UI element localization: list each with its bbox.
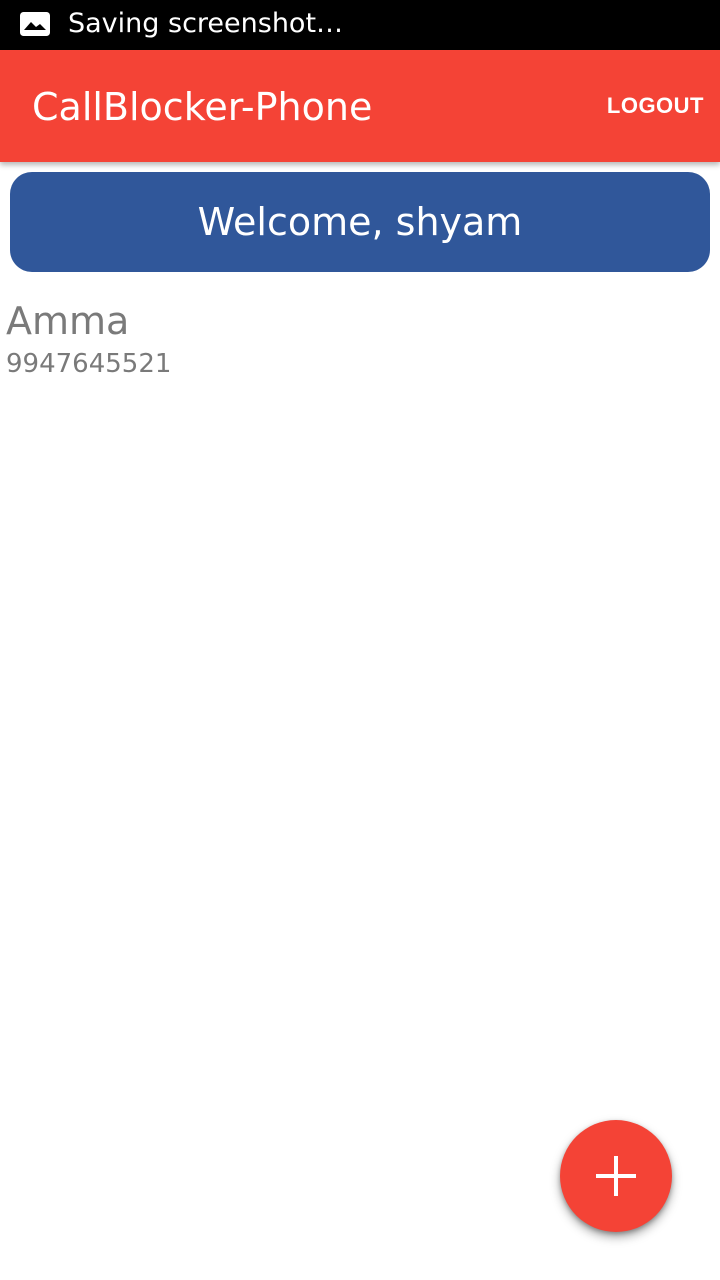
status-notification-text: Saving screenshot… <box>68 8 344 39</box>
logout-button[interactable]: LOGOUT <box>607 90 704 122</box>
image-icon <box>20 12 50 36</box>
welcome-text: Welcome, shyam <box>197 200 523 244</box>
plus-icon <box>596 1156 636 1196</box>
app-bar: CallBlocker-Phone LOGOUT <box>0 50 720 162</box>
contact-list-item[interactable]: Amma 9947645521 <box>6 296 706 388</box>
app-title: CallBlocker-Phone <box>32 85 373 129</box>
contact-number: 9947645521 <box>6 349 172 379</box>
welcome-banner: Welcome, shyam <box>10 172 710 272</box>
status-bar: Saving screenshot… <box>0 0 720 50</box>
contact-name: Amma <box>6 299 130 343</box>
add-contact-button[interactable] <box>560 1120 672 1232</box>
